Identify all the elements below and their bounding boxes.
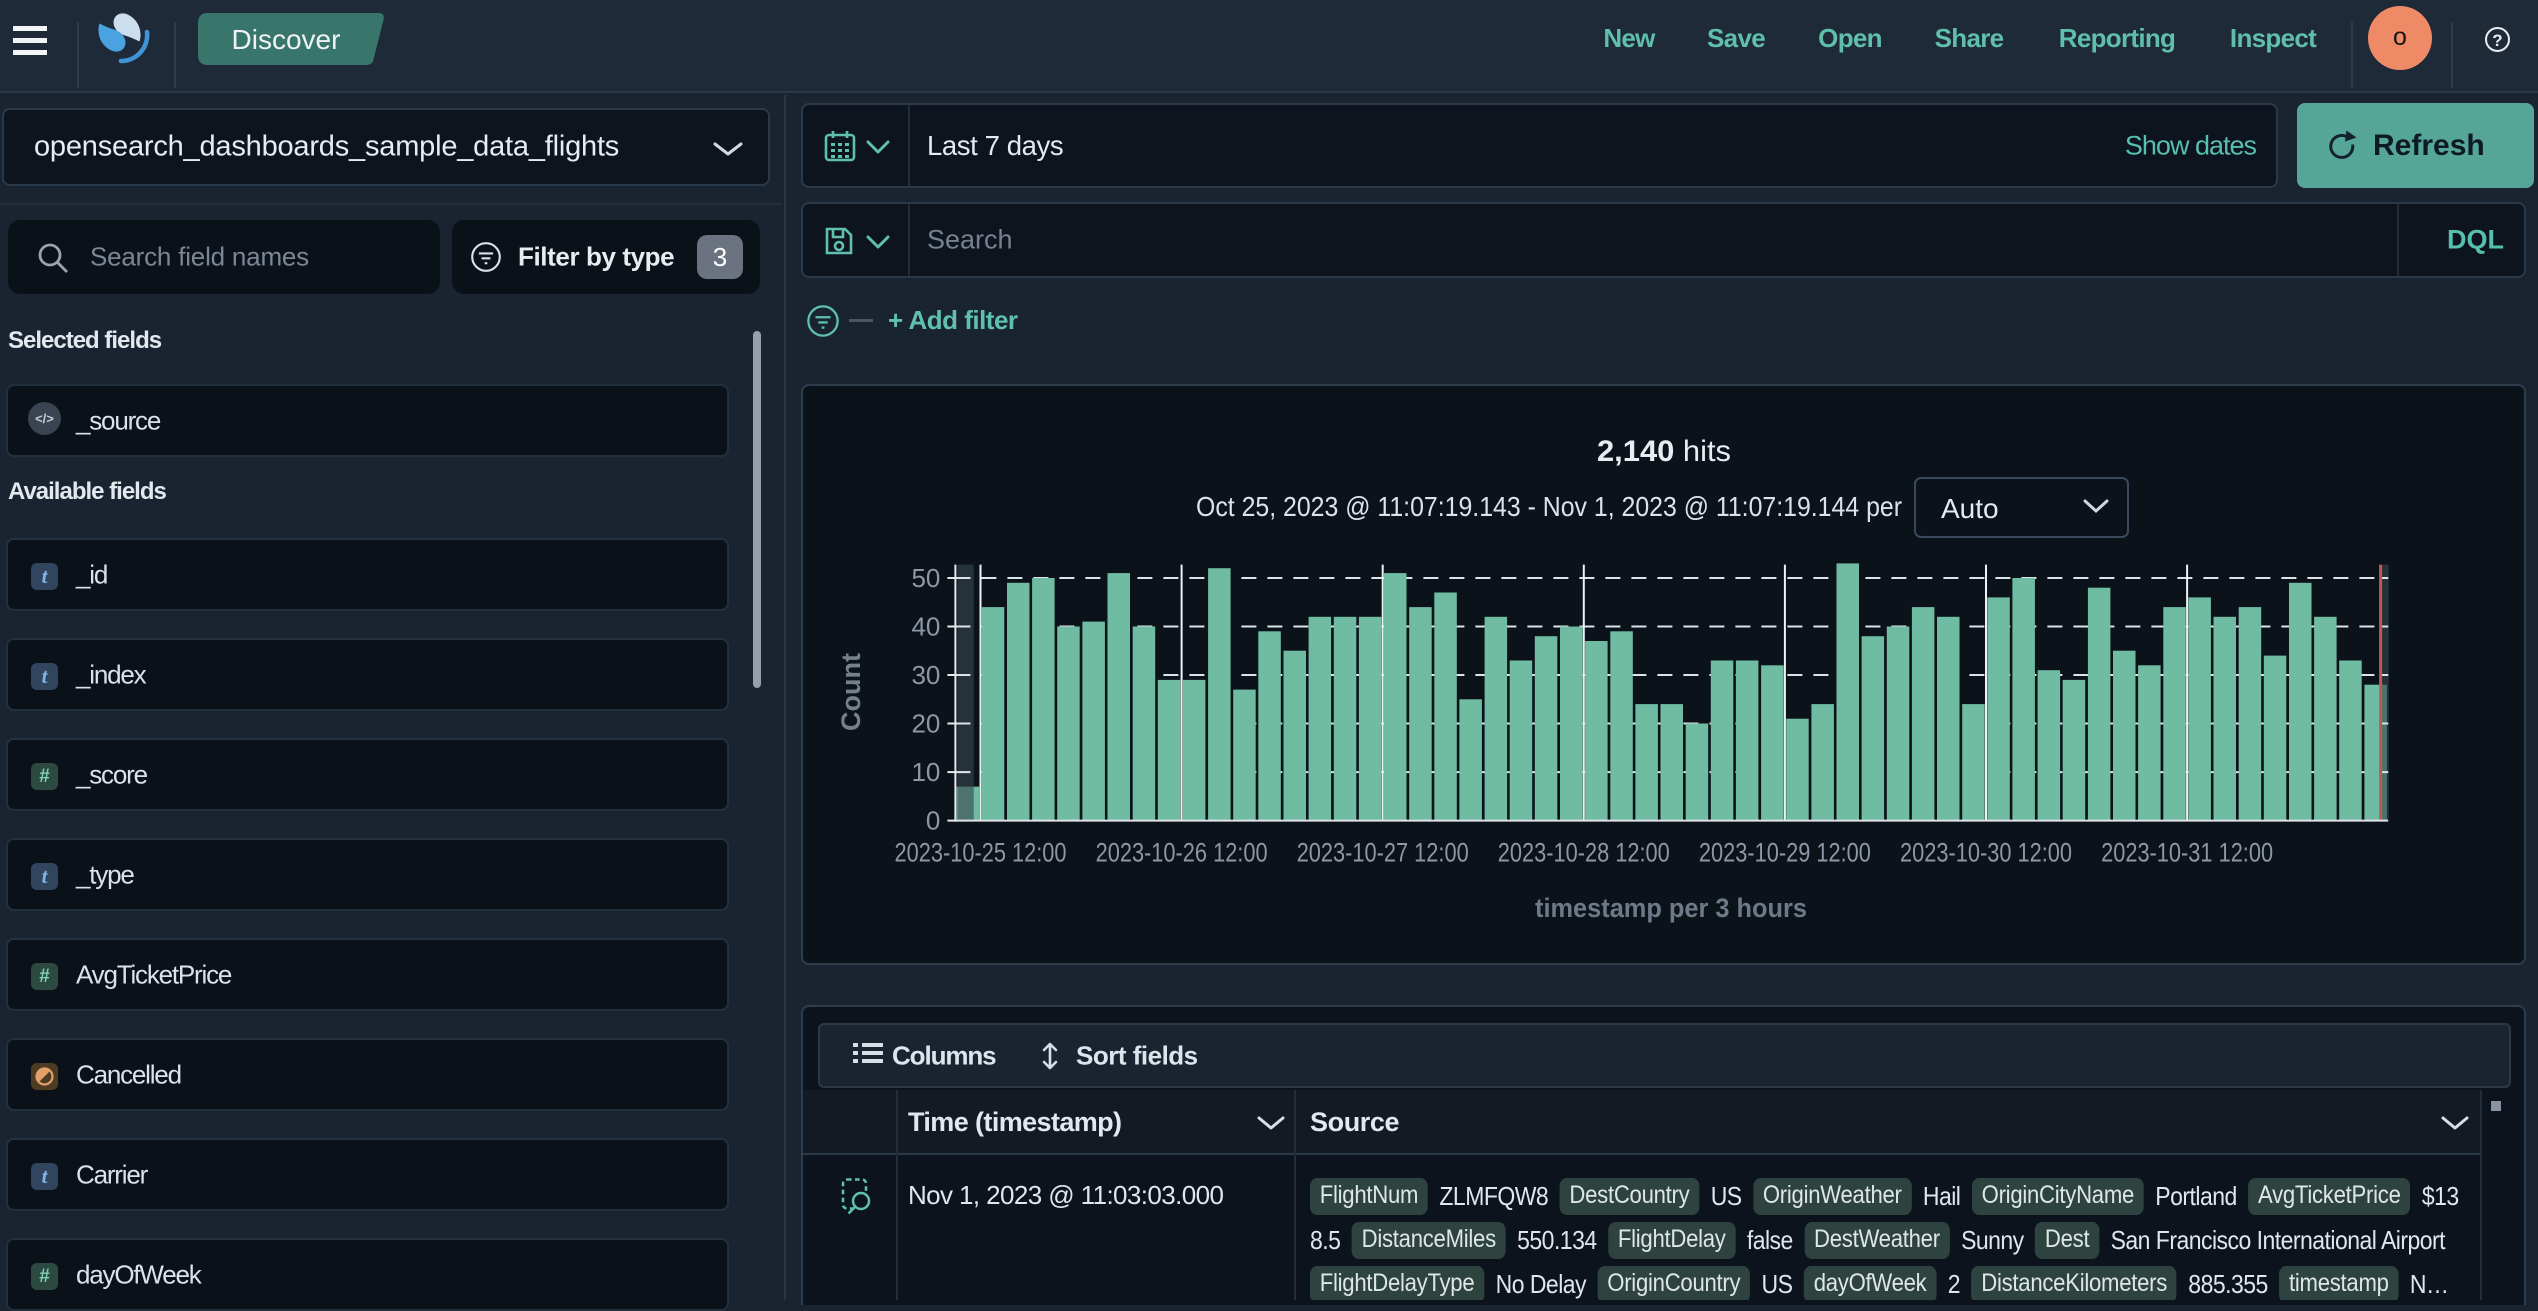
svg-text:2023-10-29 12:00: 2023-10-29 12:00 (1699, 838, 1871, 868)
svg-text:50: 50 (911, 563, 940, 593)
svg-text:20: 20 (911, 709, 940, 739)
svg-text:2023-10-27 12:00: 2023-10-27 12:00 (1297, 838, 1469, 868)
svg-text:2023-10-30 12:00: 2023-10-30 12:00 (1900, 838, 2072, 868)
svg-text:2,140 hits: 2,140 hits (1597, 435, 1731, 468)
svg-text:10: 10 (911, 757, 940, 787)
svg-text:Oct 25, 2023 @ 11:07:19.143 -: Oct 25, 2023 @ 11:07:19.143 - Nov 1, 202… (1196, 491, 1902, 522)
svg-text:2023-10-25 12:00: 2023-10-25 12:00 (895, 838, 1067, 868)
svg-text:Count: Count (836, 653, 866, 731)
svg-text:2023-10-31 12:00: 2023-10-31 12:00 (2101, 838, 2273, 868)
svg-text:0: 0 (926, 806, 940, 836)
svg-text:30: 30 (911, 660, 940, 690)
svg-text:Auto: Auto (1941, 493, 1999, 524)
svg-text:40: 40 (911, 612, 940, 642)
svg-text:timestamp per 3 hours: timestamp per 3 hours (1535, 893, 1807, 923)
svg-text:Discover: Discover (232, 24, 341, 55)
svg-text:2023-10-28 12:00: 2023-10-28 12:00 (1498, 838, 1670, 868)
svg-text:2023-10-26 12:00: 2023-10-26 12:00 (1096, 838, 1268, 868)
